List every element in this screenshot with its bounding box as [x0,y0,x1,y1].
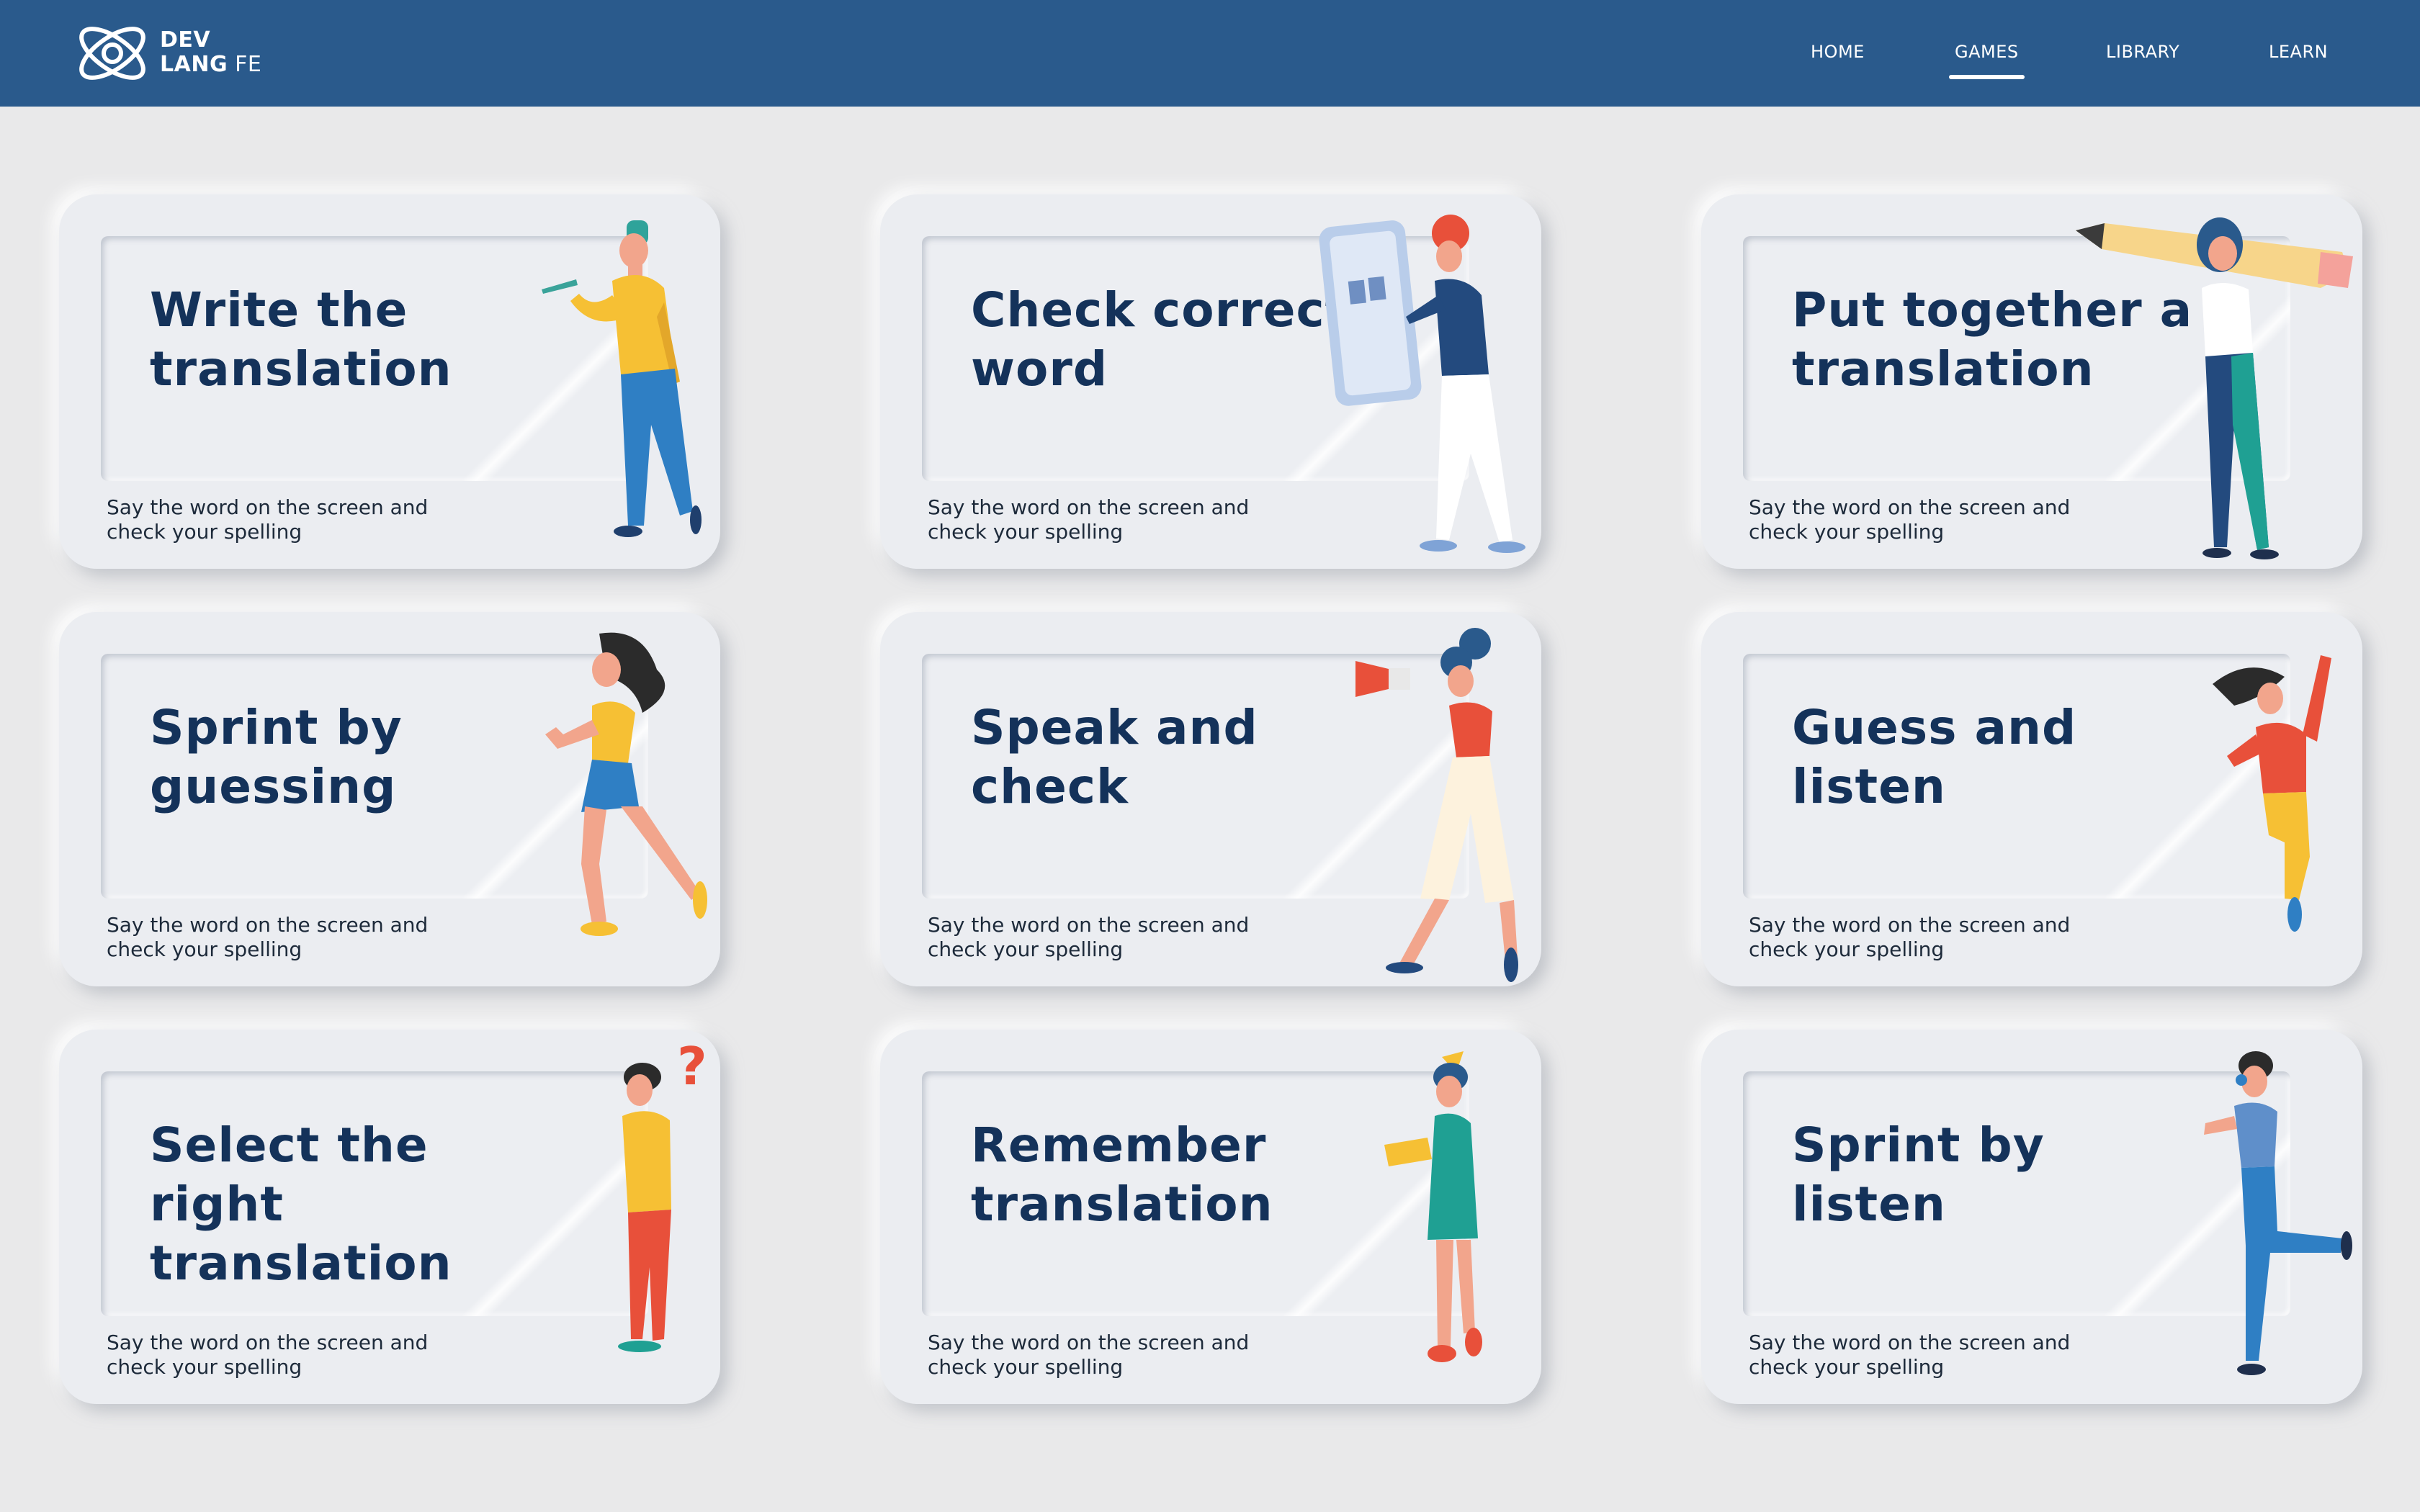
game-card-check-correct-word[interactable]: Check correct word Say the word on the s… [880,194,1541,569]
jumping-woman-with-headphones-illustration [2213,655,2331,932]
woman-with-megaphone-illustration [1355,628,1518,982]
game-card-write-translation[interactable]: Write the translation Say the word on th… [59,194,720,569]
card-subtitle: Say the word on the screen and check you… [928,1331,1250,1379]
game-card-sprint-by-listen[interactable]: Sprint by listen Say the word on the scr… [1701,1030,2362,1404]
game-card-put-together-translation[interactable]: Put together a translation Say the word … [1701,194,2362,569]
logo-text-line2: LANG FE [160,52,262,77]
man-with-question-illustration: ? [618,1036,707,1352]
woman-reading-book-illustration [1384,1051,1482,1362]
game-card-remember-translation[interactable]: Remember translation Say the word on the… [880,1030,1541,1404]
svg-text:?: ? [677,1036,707,1097]
atom-logo-icon [79,27,145,80]
app-logo[interactable]: DEV LANG FE [72,14,274,94]
card-title: Check correct word [971,282,1349,397]
game-card-guess-and-listen[interactable]: Guess and listen Say the word on the scr… [1701,612,2362,986]
game-card-sprint-by-guessing[interactable]: Sprint by guessing Say the word on the s… [59,612,720,986]
woman-with-pencil-illustration [2076,217,2353,559]
nav-games[interactable]: GAMES [1949,42,2025,79]
card-title: Select the right translation [150,1117,452,1291]
card-title: Write the translation [150,282,452,397]
game-card-select-right-translation[interactable]: Select the right translation Say the wor… [59,1030,720,1404]
card-subtitle: Say the word on the screen and check you… [1749,913,2071,961]
card-title: Remember translation [971,1117,1273,1232]
running-woman-illustration [545,632,707,936]
nav-library[interactable]: LIBRARY [2106,42,2179,62]
card-subtitle: Say the word on the screen and check you… [928,913,1250,961]
logo-text-line1: DEV [160,27,211,53]
card-subtitle: Say the word on the screen and check you… [107,495,429,544]
card-title: Speak and check [971,700,1258,814]
card-subtitle: Say the word on the screen and check you… [1749,495,2071,544]
top-navbar: DEV LANG FE HOME GAMES LIBRARY LEARN [0,0,2420,107]
nav-home[interactable]: HOME [1811,42,1865,62]
man-with-pen-illustration [542,220,702,537]
card-title: Guess and listen [1792,700,2077,814]
woman-with-phone-illustration [1319,215,1525,553]
card-subtitle: Say the word on the screen and check you… [928,495,1250,544]
nav-learn[interactable]: LEARN [2269,42,2328,62]
dancing-man-with-headphones-illustration [2204,1051,2352,1375]
card-title: Sprint by listen [1792,1117,2045,1232]
card-subtitle: Say the word on the screen and check you… [107,913,429,961]
card-subtitle: Say the word on the screen and check you… [107,1331,429,1379]
card-subtitle: Say the word on the screen and check you… [1749,1331,2071,1379]
game-card-speak-and-check[interactable]: Speak and check Say the word on the scre… [880,612,1541,986]
